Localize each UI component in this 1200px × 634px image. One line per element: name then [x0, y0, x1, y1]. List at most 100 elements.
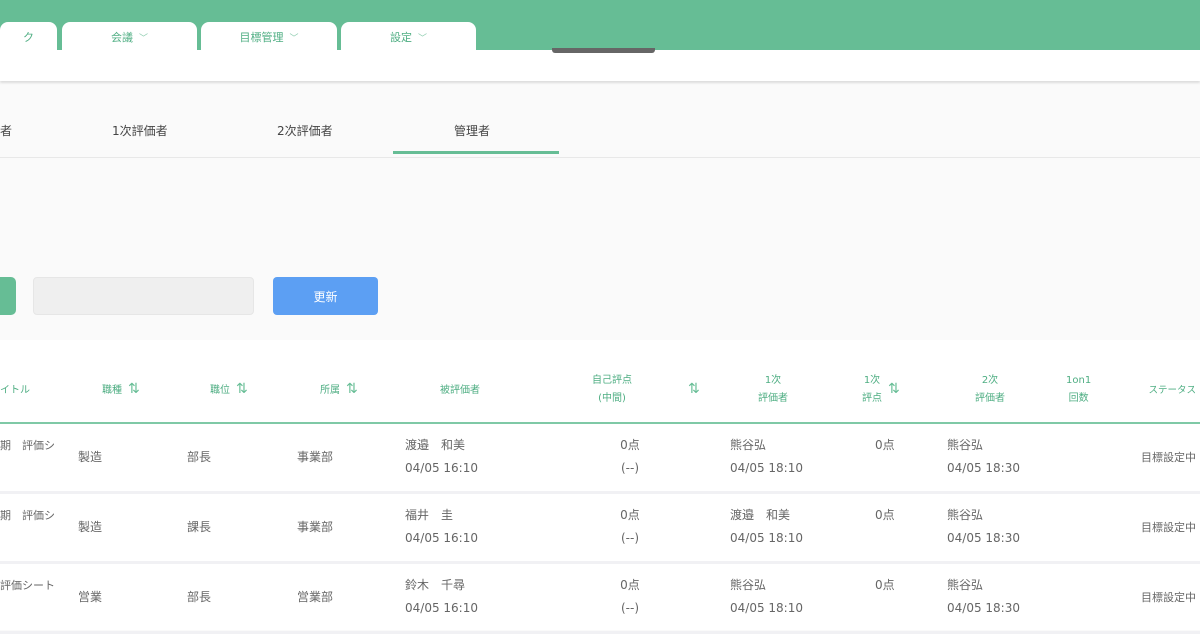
- nav-tab-label: 設定: [389, 31, 412, 44]
- header-label: 1次: [863, 375, 881, 386]
- evaluatee-name: 鈴木 千尋: [405, 578, 466, 592]
- cell-first-score: 0点: [875, 508, 895, 522]
- second-evaluator-name: 熊谷弘: [947, 508, 984, 522]
- nav-tab-label: 会議: [110, 31, 133, 44]
- second-evaluator-time: 04/05 18:30: [947, 601, 1020, 615]
- self-score: 0点: [620, 508, 640, 522]
- sub-header: [0, 50, 1200, 81]
- first-evaluator-name: 渡邉 和美: [730, 508, 791, 522]
- cell-status: 目標設定中: [1141, 591, 1196, 604]
- active-tab-indicator: [393, 151, 559, 154]
- tab-second-evaluator[interactable]: 2次評価者: [277, 122, 333, 139]
- cell-position: 部長: [187, 590, 212, 604]
- self-score-mid: (--): [620, 531, 640, 545]
- tab-manager[interactable]: 管理者: [454, 122, 490, 139]
- cell-second-evaluator: 熊谷弘 04/05 18:30: [947, 504, 1020, 550]
- chevron-down-icon: ﹀: [138, 33, 148, 44]
- table-row[interactable]: 評価シート 営業 部長 営業部 鈴木 千尋 04/05 16:10 0点 (--) …: [0, 564, 1200, 634]
- nav-tab-0[interactable]: ク: [0, 22, 57, 52]
- cell-status: 目標設定中: [1141, 451, 1196, 464]
- nav-tab-goal-management[interactable]: 目標管理 ﹀: [201, 22, 337, 52]
- cell-dept: 営業部: [297, 590, 334, 604]
- header-dept[interactable]: 所属 ⇅: [320, 380, 358, 400]
- cell-self-score: 0点 (--): [605, 574, 655, 620]
- evaluatee-name: 福井 圭: [405, 508, 454, 522]
- cell-position: 課長: [187, 520, 212, 534]
- self-score: 0点: [620, 438, 640, 452]
- cell-first-score: 0点: [875, 578, 895, 592]
- cell-job: 製造: [78, 450, 103, 464]
- header-label: 1on1: [1066, 375, 1092, 386]
- search-input[interactable]: [33, 277, 254, 315]
- second-evaluator-time: 04/05 18:30: [947, 531, 1020, 545]
- evaluatee-name: 渡邉 和美: [405, 438, 466, 452]
- cell-first-score: 0点: [875, 438, 895, 452]
- table-row[interactable]: 期 評価シ 製造 部長 事業部 渡邉 和美 04/05 16:10 0点 (--) …: [0, 424, 1200, 494]
- header-label: 職種: [102, 385, 122, 396]
- cell-self-score: 0点 (--): [605, 434, 655, 480]
- cell-first-evaluator: 熊谷弘 04/05 18:10: [730, 434, 803, 480]
- header-first-score[interactable]: 1次評点 ⇅: [862, 372, 900, 408]
- table-row[interactable]: 期 評価シ 製造 課長 事業部 福井 圭 04/05 16:10 0点 (--) 渡…: [0, 494, 1200, 564]
- self-score-mid: (--): [620, 601, 640, 615]
- cell-evaluatee: 渡邉 和美 04/05 16:10: [405, 434, 478, 480]
- filter-button[interactable]: [0, 277, 16, 315]
- header-second-evaluator: 2次 評価者: [975, 372, 1005, 408]
- sort-icon[interactable]: ⇅: [236, 381, 248, 397]
- header-label: 所属: [320, 385, 340, 396]
- header-first-evaluator: 1次 評価者: [758, 372, 788, 408]
- nav-tab-meeting[interactable]: 会議 ﹀: [62, 22, 197, 52]
- cell-dept: 事業部: [297, 450, 334, 464]
- nav-tab-label: ク: [23, 31, 34, 44]
- tab-evaluatee[interactable]: 者: [0, 122, 12, 139]
- first-evaluator-name: 熊谷弘: [730, 438, 767, 452]
- second-evaluator-time: 04/05 18:30: [947, 461, 1020, 475]
- chevron-down-icon: ﹀: [289, 33, 299, 44]
- sort-icon[interactable]: ⇅: [688, 380, 700, 400]
- header-job[interactable]: 職種 ⇅: [102, 380, 140, 400]
- cell-evaluatee: 福井 圭 04/05 16:10: [405, 504, 478, 550]
- evaluatee-time: 04/05 16:10: [405, 461, 478, 475]
- header-label: (中間): [598, 393, 626, 404]
- cell-job: 営業: [78, 590, 103, 604]
- cell-title[interactable]: 評価シート: [0, 574, 55, 597]
- cell-first-evaluator: 渡邉 和美 04/05 18:10: [730, 504, 803, 550]
- header-1on1-count: 1on1 回数: [1066, 372, 1091, 408]
- second-evaluator-name: 熊谷弘: [947, 438, 984, 452]
- header-title[interactable]: イトル: [0, 382, 30, 400]
- cell-self-score: 0点 (--): [605, 504, 655, 550]
- cell-title[interactable]: 期 評価シ: [0, 434, 55, 457]
- cell-title[interactable]: 期 評価シ: [0, 504, 55, 527]
- header-label: 回数: [1068, 393, 1089, 404]
- nav-tab-settings[interactable]: 設定 ﹀: [341, 22, 476, 52]
- header-position[interactable]: 職位 ⇅: [210, 380, 248, 400]
- update-button[interactable]: 更新: [273, 277, 378, 315]
- first-evaluator-time: 04/05 18:10: [730, 531, 803, 545]
- sort-icon[interactable]: ⇅: [346, 381, 358, 397]
- header-evaluatee: 被評価者: [440, 385, 480, 396]
- header-status: ステータス: [1148, 385, 1196, 396]
- cell-second-evaluator: 熊谷弘 04/05 18:30: [947, 434, 1020, 480]
- top-nav-bar: ク 会議 ﹀ 目標管理 ﹀ 設定 ﹀: [0, 0, 1200, 52]
- self-score-mid: (--): [620, 461, 640, 475]
- cell-status: 目標設定中: [1141, 521, 1196, 534]
- first-evaluator-name: 熊谷弘: [730, 578, 767, 592]
- second-evaluator-name: 熊谷弘: [947, 578, 984, 592]
- nav-tab-label: 目標管理: [239, 31, 284, 44]
- role-tabs: 者 1次評価者 2次評価者 管理者: [0, 110, 1200, 158]
- header-label: 1次: [764, 375, 782, 386]
- first-evaluator-time: 04/05 18:10: [730, 461, 803, 475]
- tab-first-evaluator[interactable]: 1次評価者: [112, 122, 168, 139]
- sort-icon[interactable]: ⇅: [888, 381, 900, 397]
- cell-first-evaluator: 熊谷弘 04/05 18:10: [730, 574, 803, 620]
- header-label: 評価者: [975, 393, 1005, 404]
- cell-evaluatee: 鈴木 千尋 04/05 16:10: [405, 574, 478, 620]
- evaluatee-time: 04/05 16:10: [405, 531, 478, 545]
- sort-icon[interactable]: ⇅: [128, 381, 140, 397]
- chevron-down-icon: ﹀: [417, 33, 427, 44]
- first-evaluator-time: 04/05 18:10: [730, 601, 803, 615]
- evaluatee-time: 04/05 16:10: [405, 601, 478, 615]
- header-label: 評点: [862, 393, 882, 404]
- user-menu-handle[interactable]: [552, 48, 655, 53]
- self-score: 0点: [620, 578, 640, 592]
